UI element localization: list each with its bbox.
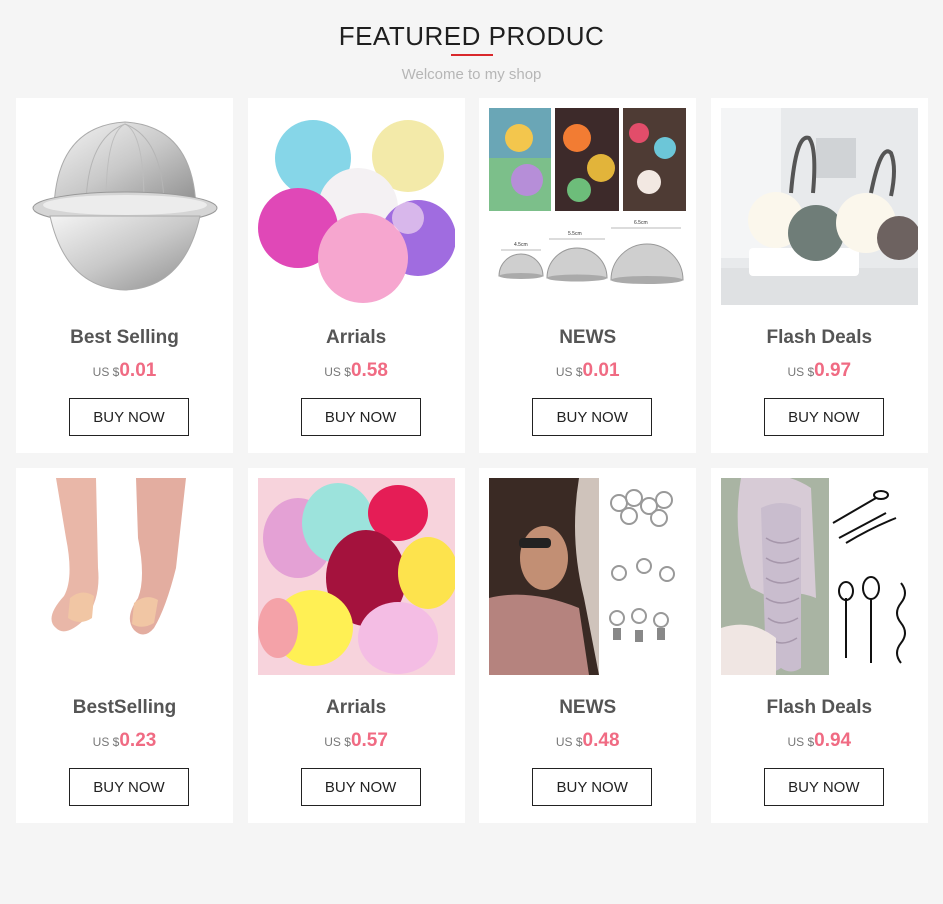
product-price: US $0.01 (16, 359, 233, 384)
price-amount: 0.23 (119, 730, 157, 751)
buy-now-button[interactable]: BUY NOW (532, 768, 653, 806)
price-amount: 0.58 (350, 360, 388, 381)
product-price: US $0.01 (479, 359, 696, 384)
size-label-small: 4.5cm (514, 242, 528, 248)
product-name: NEWS (559, 697, 617, 718)
product-price: US $0.57 (248, 729, 465, 754)
product-price: US $0.97 (711, 359, 928, 384)
currency-label: US $ (787, 735, 815, 749)
product-image[interactable] (257, 108, 455, 305)
price-amount: 0.57 (350, 730, 388, 751)
currency-label: US $ (555, 365, 583, 379)
price-amount: 0.01 (582, 360, 620, 381)
makeup-sponge-image (257, 478, 455, 675)
title-underline (450, 54, 493, 56)
bath-bomb-collage-image: 4.5cm 5.5cm 6.5cm (489, 108, 687, 305)
product-card[interactable]: Best Selling US $0.01 BUY NOW (16, 98, 233, 453)
product-image[interactable] (26, 108, 223, 305)
product-image[interactable] (26, 478, 223, 675)
product-image[interactable] (720, 108, 918, 305)
product-name: BestSelling (72, 697, 177, 718)
buy-now-button[interactable]: BUY NOW (763, 398, 884, 436)
product-image[interactable] (489, 478, 687, 675)
price-amount: 0.97 (814, 360, 852, 381)
product-name: Flash Deals (766, 697, 873, 718)
product-price: US $0.58 (248, 359, 465, 384)
product-name: Arrials (325, 697, 387, 718)
bath-sponge-image (257, 108, 455, 305)
size-label-medium: 5.5cm (568, 231, 582, 237)
section-header: FEATURED PRODUC Welcome to my shop (0, 0, 943, 83)
product-name: NEWS (559, 327, 617, 348)
currency-label: US $ (92, 365, 120, 379)
product-image[interactable] (720, 478, 918, 675)
currency-label: US $ (324, 365, 351, 379)
product-name: Arrials (325, 327, 387, 348)
product-price: US $0.48 (479, 729, 696, 754)
product-image[interactable]: 4.5cm 5.5cm 6.5cm (489, 108, 687, 305)
buy-now-button[interactable]: BUY NOW (69, 398, 189, 436)
product-image[interactable] (257, 478, 455, 675)
buy-now-button[interactable]: BUY NOW (532, 398, 653, 436)
product-card[interactable]: Flash Deals US $0.97 BUY NOW (710, 98, 928, 453)
size-label-large: 6.5cm (634, 220, 648, 226)
product-name: Flash Deals (766, 327, 873, 348)
buy-now-button[interactable]: BUY NOW (300, 768, 421, 806)
product-card[interactable]: 4.5cm 5.5cm 6.5cm NEWS US $0.01 BUY NOW (479, 98, 697, 453)
product-card[interactable]: Flash Deals US $0.94 BUY NOW (710, 468, 928, 823)
product-grid: Best Selling US $0.01 BUY NOW Arrials US… (16, 98, 928, 823)
product-name: Best Selling (70, 327, 179, 348)
section-subtitle: Welcome to my shop (401, 66, 542, 83)
price-amount: 0.01 (119, 360, 157, 381)
heel-protector-image (26, 478, 223, 675)
bath-pouf-image (720, 108, 918, 305)
currency-label: US $ (787, 365, 815, 379)
buy-now-button[interactable]: BUY NOW (763, 768, 884, 806)
buy-now-button[interactable]: BUY NOW (300, 398, 421, 436)
currency-label: US $ (92, 735, 120, 749)
price-amount: 0.94 (814, 730, 852, 751)
product-card[interactable]: Arrials US $0.57 BUY NOW (247, 468, 465, 823)
buy-now-button[interactable]: BUY NOW (69, 768, 189, 806)
price-amount: 0.48 (582, 730, 620, 751)
product-card[interactable]: BestSelling US $0.23 BUY NOW (16, 468, 233, 823)
product-card[interactable]: NEWS US $0.48 BUY NOW (479, 468, 697, 823)
currency-label: US $ (555, 735, 583, 749)
product-card[interactable]: Arrials US $0.58 BUY NOW (247, 98, 465, 453)
section-title: FEATURED PRODUC (338, 21, 605, 51)
product-price: US $0.94 (711, 729, 928, 754)
currency-label: US $ (324, 735, 351, 749)
bath-bomb-mold-image (26, 108, 223, 305)
hair-braid-tools-image (720, 478, 918, 675)
product-price: US $0.23 (16, 729, 233, 754)
hair-rings-image (489, 478, 687, 675)
